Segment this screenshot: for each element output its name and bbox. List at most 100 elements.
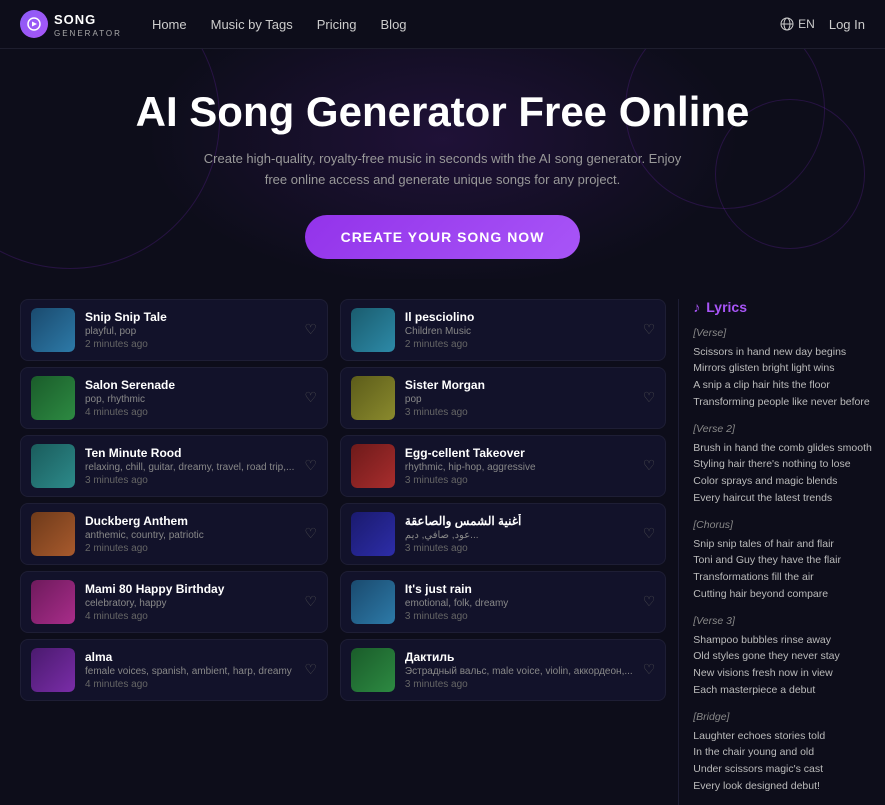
song-item[interactable]: Il pesciolino Children Music 2 minutes a…: [340, 299, 666, 361]
thumb-gradient: [351, 308, 395, 352]
song-info: Ten Minute Rood relaxing, chill, guitar,…: [85, 446, 294, 486]
lyrics-section: [Verse 3]Shampoo bubbles rinse awayOld s…: [693, 613, 878, 699]
favorite-button[interactable]: ♡: [304, 661, 317, 678]
favorite-button[interactable]: ♡: [643, 389, 656, 406]
lyrics-line: Scissors in hand new day begins: [693, 344, 878, 361]
nav-music-by-tags[interactable]: Music by Tags: [211, 17, 293, 32]
song-tags: anthemic, country, patriotic: [85, 530, 294, 541]
song-item[interactable]: Salon Serenade pop, rhythmic 4 minutes a…: [20, 367, 328, 429]
song-info: Il pesciolino Children Music 2 minutes a…: [405, 310, 633, 350]
song-tags: pop, rhythmic: [85, 394, 294, 405]
song-info: أغنية الشمس والصاعقة عود, صافي, ديم... 3…: [405, 514, 633, 554]
lyrics-section-label: [Verse 2]: [693, 421, 878, 438]
song-item[interactable]: Sister Morgan pop 3 minutes ago ♡: [340, 367, 666, 429]
nav-right: EN Log In: [780, 17, 865, 32]
favorite-button[interactable]: ♡: [304, 321, 317, 338]
song-info: Egg-cellent Takeover rhythmic, hip-hop, …: [405, 446, 633, 486]
favorite-button[interactable]: ♡: [643, 457, 656, 474]
lyrics-section: [Verse 2] Brush in hand the comb glides s…: [693, 421, 878, 507]
thumb-gradient: [31, 580, 75, 624]
song-item[interactable]: Egg-cellent Takeover rhythmic, hip-hop, …: [340, 435, 666, 497]
lyrics-line: Shampoo bubbles rinse away: [693, 632, 878, 649]
favorite-button[interactable]: ♡: [643, 525, 656, 542]
song-title: Il pesciolino: [405, 310, 633, 324]
song-title: أغنية الشمس والصاعقة: [405, 514, 633, 528]
cta-button[interactable]: CREATE YOUR SONG NOW: [305, 215, 581, 259]
favorite-button[interactable]: ♡: [304, 389, 317, 406]
lyrics-line: Every look designed debut!: [693, 778, 878, 795]
song-item[interactable]: Дактиль Эстрадный вальс, male voice, vio…: [340, 639, 666, 701]
song-tags: pop: [405, 394, 633, 405]
song-item[interactable]: It's just rain emotional, folk, dreamy 3…: [340, 571, 666, 633]
song-info: alma female voices, spanish, ambient, ha…: [85, 650, 294, 690]
thumb-gradient: [351, 580, 395, 624]
song-tags: playful, pop: [85, 326, 294, 337]
song-time: 4 minutes ago: [85, 679, 294, 690]
lyrics-title: Lyrics: [706, 299, 747, 315]
lyrics-section-label: [Verse]: [693, 325, 878, 342]
song-tags: female voices, spanish, ambient, harp, d…: [85, 666, 294, 677]
language-button[interactable]: EN: [780, 17, 815, 31]
lyrics-line: Brush in hand the comb glides smooth: [693, 440, 878, 457]
navbar: SONG GENERATOR Home Music by Tags Pricin…: [0, 0, 885, 49]
song-time: 3 minutes ago: [405, 543, 633, 554]
song-item[interactable]: alma female voices, spanish, ambient, ha…: [20, 639, 328, 701]
song-title: alma: [85, 650, 294, 664]
lyrics-line: Toni and Guy they have the flair: [693, 552, 878, 569]
thumb-gradient: [351, 376, 395, 420]
nav-pricing[interactable]: Pricing: [317, 17, 357, 32]
song-info: Mami 80 Happy Birthday celebratory, happ…: [85, 582, 294, 622]
favorite-button[interactable]: ♡: [304, 525, 317, 542]
song-info: Snip Snip Tale playful, pop 2 minutes ag…: [85, 310, 294, 350]
thumb-gradient: [31, 648, 75, 692]
logo[interactable]: SONG GENERATOR: [20, 10, 122, 38]
song-title: Дактиль: [405, 650, 633, 664]
song-item[interactable]: أغنية الشمس والصاعقة عود, صافي, ديم... 3…: [340, 503, 666, 565]
lyrics-line: Every haircut the latest trends: [693, 490, 878, 507]
thumb-gradient: [31, 376, 75, 420]
lyrics-section-label: [Verse 3]: [693, 613, 878, 630]
logo-sub: GENERATOR: [54, 29, 122, 38]
song-item[interactable]: Mami 80 Happy Birthday celebratory, happ…: [20, 571, 328, 633]
lyrics-section: [Chorus]Snip snip tales of hair and flai…: [693, 517, 878, 603]
thumb-gradient: [351, 512, 395, 556]
favorite-button[interactable]: ♡: [643, 321, 656, 338]
favorite-button[interactable]: ♡: [643, 593, 656, 610]
lyrics-line: In the chair young and old: [693, 744, 878, 761]
nav-links: Home Music by Tags Pricing Blog: [152, 17, 780, 32]
nav-blog[interactable]: Blog: [381, 17, 407, 32]
thumb-gradient: [31, 512, 75, 556]
lyrics-line: Under scissors magic's cast: [693, 761, 878, 778]
song-title: Mami 80 Happy Birthday: [85, 582, 294, 596]
song-time: 3 minutes ago: [405, 679, 633, 690]
song-item[interactable]: Duckberg Anthem anthemic, country, patri…: [20, 503, 328, 565]
favorite-button[interactable]: ♡: [304, 593, 317, 610]
lyrics-line: Mirrors glisten bright light wins: [693, 360, 878, 377]
song-time: 2 minutes ago: [405, 339, 633, 350]
song-info: Дактиль Эстрадный вальс, male voice, vio…: [405, 650, 633, 690]
thumb-gradient: [351, 444, 395, 488]
favorite-button[interactable]: ♡: [304, 457, 317, 474]
globe-icon: [780, 17, 794, 31]
song-title: It's just rain: [405, 582, 633, 596]
song-thumbnail: [351, 648, 395, 692]
song-thumbnail: [31, 512, 75, 556]
lyrics-line: Each masterpiece a debut: [693, 682, 878, 699]
song-thumbnail: [31, 376, 75, 420]
song-thumbnail: [351, 376, 395, 420]
login-button[interactable]: Log In: [829, 17, 865, 32]
lyrics-line: Snip snip tales of hair and flair: [693, 536, 878, 553]
logo-icon: [20, 10, 48, 38]
favorite-button[interactable]: ♡: [643, 661, 656, 678]
lyrics-line: Color sprays and magic blends: [693, 473, 878, 490]
song-tags: Эстрадный вальс, male voice, violin, акк…: [405, 666, 633, 677]
song-title: Duckberg Anthem: [85, 514, 294, 528]
song-item[interactable]: Snip Snip Tale playful, pop 2 minutes ag…: [20, 299, 328, 361]
song-item[interactable]: Ten Minute Rood relaxing, chill, guitar,…: [20, 435, 328, 497]
song-title: Salon Serenade: [85, 378, 294, 392]
thumb-gradient: [31, 444, 75, 488]
nav-home[interactable]: Home: [152, 17, 187, 32]
song-title: Ten Minute Rood: [85, 446, 294, 460]
song-title: Sister Morgan: [405, 378, 633, 392]
song-time: 4 minutes ago: [85, 611, 294, 622]
